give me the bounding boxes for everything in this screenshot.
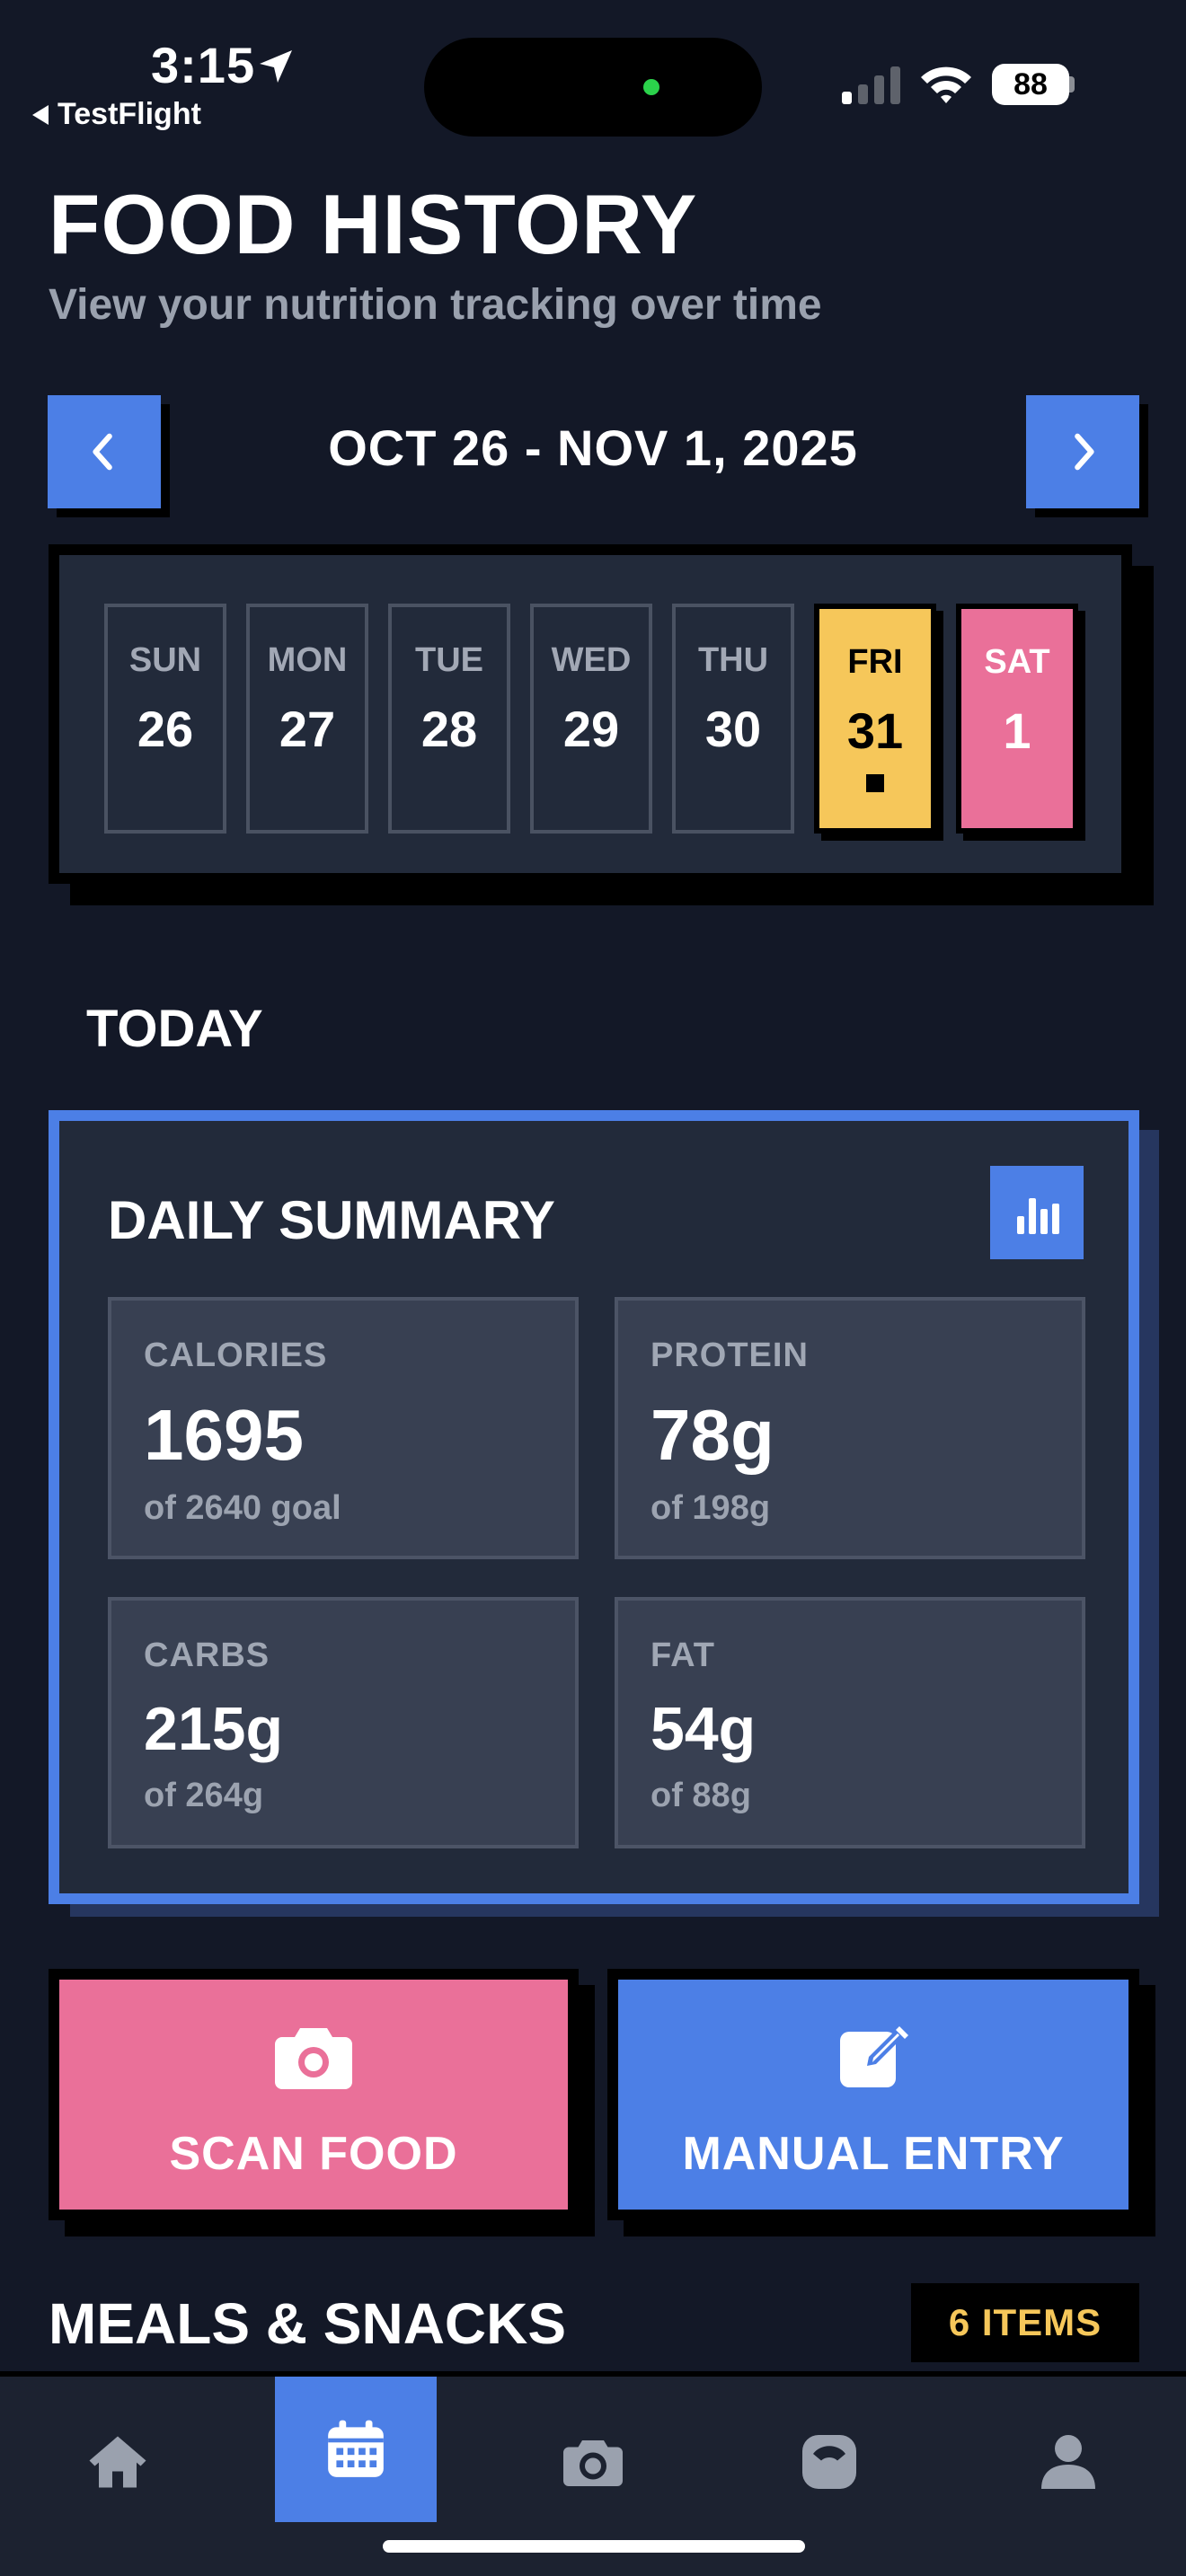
day-name: SAT <box>984 643 1050 681</box>
wifi-icon <box>921 66 971 103</box>
chevron-left-icon <box>93 433 112 471</box>
cellular-signal-icon <box>842 66 900 104</box>
section-label-today: TODAY <box>86 1000 263 1058</box>
camera-icon <box>275 2028 352 2089</box>
page-title: FOOD HISTORY <box>49 177 698 271</box>
camera-icon <box>563 2440 623 2486</box>
stat-carbs: CARBS 215g of 264g <box>108 1597 579 1848</box>
home-indicator <box>383 2540 805 2553</box>
stat-goal: of 264g <box>144 1777 264 1814</box>
day-sun[interactable]: SUN 26 <box>104 604 226 834</box>
stat-goal: of 88g <box>651 1777 751 1814</box>
day-wed[interactable]: WED 29 <box>530 604 652 834</box>
stat-goal: of 2640 goal <box>144 1489 341 1527</box>
battery-indicator: 88 <box>992 64 1075 105</box>
dynamic-island <box>424 38 762 137</box>
day-fri-selected[interactable]: FRI 31 <box>814 604 936 834</box>
week-range: OCT 26 - NOV 1, 2025 <box>328 419 858 476</box>
tab-history-selected[interactable] <box>275 2377 437 2522</box>
tab-scan[interactable] <box>544 2413 642 2511</box>
stat-value: 215g <box>144 1695 283 1763</box>
chevron-right-icon <box>1075 433 1094 471</box>
meals-count-badge: 6 ITEMS <box>911 2283 1139 2362</box>
day-thu[interactable]: THU 30 <box>672 604 794 834</box>
page-subtitle: View your nutrition tracking over time <box>49 281 822 329</box>
day-name: THU <box>697 641 769 679</box>
day-name: FRI <box>847 643 903 681</box>
stat-value: 54g <box>651 1695 757 1763</box>
day-number: 28 <box>420 701 478 757</box>
week-day-selector: SUN 26 MON 27 TUE 28 WED 29 THU 30 FRI 3… <box>49 544 1132 884</box>
stat-calories: CALORIES 1695 of 2640 goal <box>108 1297 579 1559</box>
calendar-icon <box>328 2420 384 2477</box>
back-app-label: TestFlight <box>58 97 201 131</box>
meals-section-title: MEALS & SNACKS <box>49 2291 567 2356</box>
status-time: 3:15 <box>151 37 256 93</box>
stat-value: 78g <box>651 1395 774 1475</box>
next-week-button[interactable] <box>1026 395 1139 508</box>
manual-entry-label: MANUAL ENTRY <box>682 2128 1065 2180</box>
previous-week-button[interactable] <box>48 395 161 508</box>
back-to-app-link[interactable]: TestFlight <box>32 97 201 132</box>
tab-weight[interactable] <box>780 2413 879 2511</box>
day-number: 1 <box>1003 702 1031 759</box>
stat-label: CALORIES <box>144 1337 328 1374</box>
view-chart-button[interactable] <box>990 1166 1084 1259</box>
stat-protein: PROTEIN 78g of 198g <box>615 1297 1085 1559</box>
stat-fat: FAT 54g of 88g <box>615 1597 1085 1848</box>
tab-profile[interactable] <box>1019 2413 1118 2511</box>
scan-food-label: SCAN FOOD <box>169 2128 458 2180</box>
summary-title: DAILY SUMMARY <box>108 1190 555 1250</box>
day-name: TUE <box>415 641 483 679</box>
battery-level: 88 <box>992 64 1069 105</box>
bar-chart-icon <box>1017 1198 1059 1234</box>
day-sat[interactable]: SAT 1 <box>956 604 1078 834</box>
profile-icon <box>1041 2435 1095 2489</box>
camera-indicator-dot <box>643 79 659 95</box>
day-number: 26 <box>137 701 194 757</box>
day-name: MON <box>267 641 348 679</box>
day-number: 30 <box>704 701 762 757</box>
stat-label: CARBS <box>144 1636 270 1674</box>
edit-note-icon <box>840 2026 908 2087</box>
day-number: 27 <box>279 701 336 757</box>
day-name: WED <box>551 641 632 679</box>
day-tue[interactable]: TUE 28 <box>388 604 510 834</box>
back-triangle-icon <box>32 104 49 125</box>
has-entries-indicator <box>866 774 884 792</box>
location-arrow-icon <box>260 50 292 83</box>
stat-label: PROTEIN <box>651 1337 809 1374</box>
daily-summary-card: DAILY SUMMARY CALORIES 1695 of 2640 goal… <box>49 1110 1139 1904</box>
day-mon[interactable]: MON 27 <box>246 604 368 834</box>
day-name: SUN <box>128 641 202 679</box>
day-number: 29 <box>562 701 620 757</box>
stat-goal: of 198g <box>651 1489 771 1527</box>
stat-value: 1695 <box>144 1395 304 1475</box>
stat-label: FAT <box>651 1636 715 1674</box>
manual-entry-button[interactable]: MANUAL ENTRY <box>607 1969 1139 2220</box>
scale-icon <box>802 2435 856 2489</box>
tab-home[interactable] <box>68 2413 167 2511</box>
home-icon <box>89 2436 146 2488</box>
scan-food-button[interactable]: SCAN FOOD <box>49 1969 579 2220</box>
day-number: 31 <box>846 702 904 759</box>
